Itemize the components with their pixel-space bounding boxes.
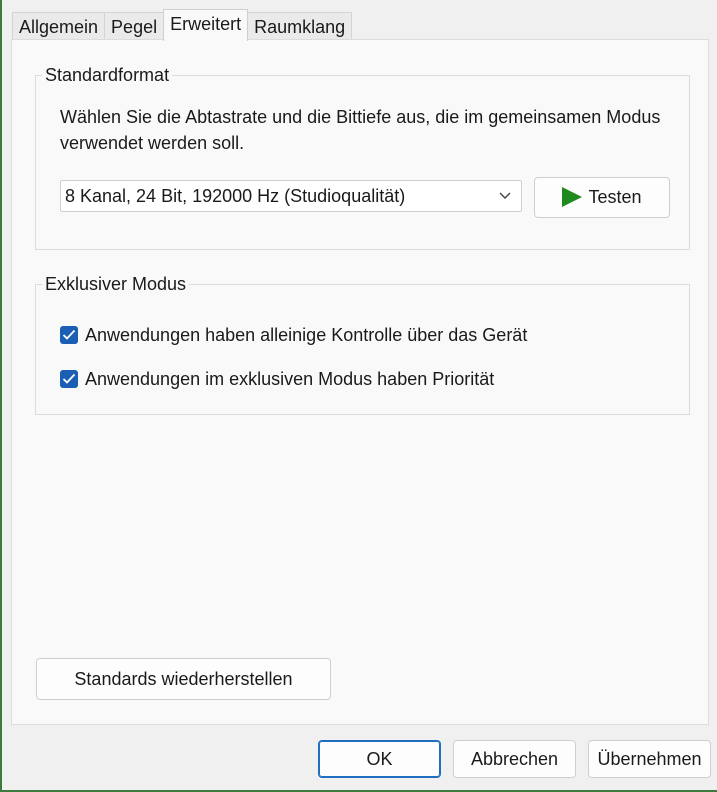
- tab-pegel[interactable]: Pegel: [104, 12, 165, 40]
- cancel-button[interactable]: Abbrechen: [453, 740, 576, 778]
- tab-allgemein[interactable]: Allgemein: [12, 12, 106, 40]
- exclusive-mode-group: Exklusiver Modus Anwendungen haben allei…: [35, 271, 690, 415]
- checkmark-icon: [62, 373, 76, 384]
- exclusive-priority-checkbox[interactable]: [60, 370, 78, 388]
- default-format-group: Standardformat Wählen Sie die Abtastrate…: [35, 62, 690, 250]
- restore-defaults-button[interactable]: Standards wiederherstellen: [36, 658, 331, 700]
- apply-button[interactable]: Übernehmen: [588, 740, 711, 778]
- test-button[interactable]: Testen: [534, 177, 670, 218]
- checkmark-icon: [62, 329, 76, 340]
- exclusive-priority-option[interactable]: Anwendungen im exklusiven Modus haben Pr…: [60, 367, 494, 391]
- default-format-description: Wählen Sie die Abtastrate und die Bittie…: [60, 107, 661, 153]
- window-edge: [0, 0, 2, 792]
- tab-bar: Allgemein Pegel Erweitert Raumklang: [12, 9, 353, 41]
- tab-raumklang[interactable]: Raumklang: [247, 12, 353, 40]
- exclusive-control-checkbox[interactable]: [60, 326, 78, 344]
- exclusive-control-label: Anwendungen haben alleinige Kontrolle üb…: [85, 325, 528, 345]
- tab-page-erweitert: Standardformat Wählen Sie die Abtastrate…: [11, 39, 709, 725]
- sound-properties-dialog: Allgemein Pegel Erweitert Raumklang Stan…: [0, 0, 717, 792]
- format-select-value: 8 Kanal, 24 Bit, 192000 Hz (Studioqualit…: [65, 186, 406, 206]
- exclusive-priority-label: Anwendungen im exklusiven Modus haben Pr…: [85, 369, 495, 389]
- exclusive-control-option[interactable]: Anwendungen haben alleinige Kontrolle üb…: [60, 323, 527, 347]
- test-button-label: Testen: [588, 187, 642, 207]
- play-icon: [562, 187, 583, 207]
- chevron-down-icon: [499, 192, 511, 199]
- ok-button[interactable]: OK: [318, 740, 441, 778]
- tab-erweitert[interactable]: Erweitert: [163, 9, 249, 41]
- exclusive-mode-title: Exklusiver Modus: [42, 271, 190, 297]
- format-select[interactable]: 8 Kanal, 24 Bit, 192000 Hz (Studioqualit…: [60, 180, 522, 212]
- default-format-title: Standardformat: [42, 62, 173, 88]
